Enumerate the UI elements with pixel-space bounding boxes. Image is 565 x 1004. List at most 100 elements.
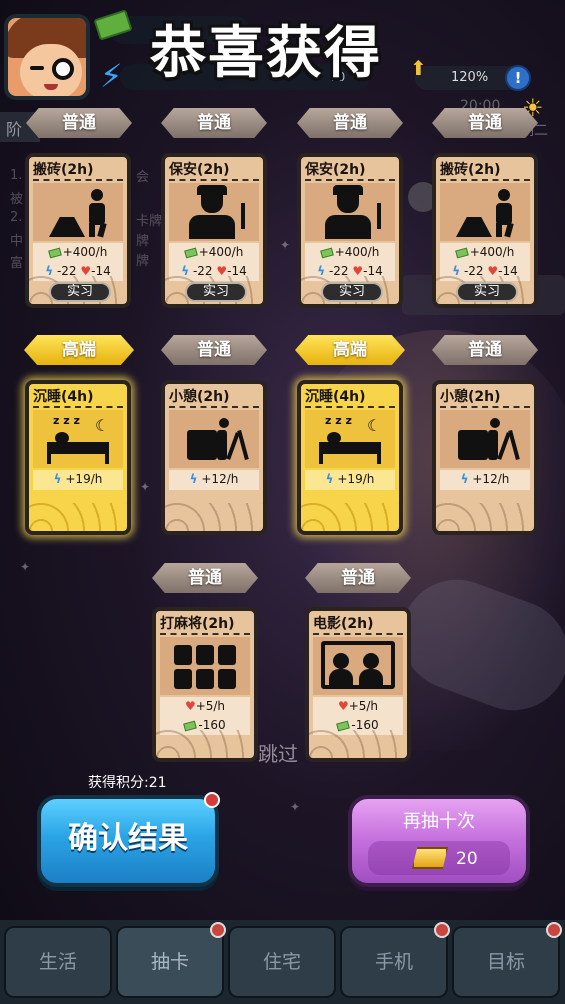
rarity-tag-common: 普通 <box>432 108 538 138</box>
sleep-icon: z z z ☾ <box>305 410 395 468</box>
nap-icon <box>169 410 259 468</box>
energy-gain: +12/h <box>472 472 510 486</box>
money-rate: +400/h <box>469 245 515 259</box>
card-divider <box>33 406 123 408</box>
card-deep-sleep[interactable]: 沉睡(4h) z z z ☾ ϟ +19/h <box>25 380 131 535</box>
movie-icon <box>313 637 403 695</box>
health-gain: +5/h <box>195 699 226 713</box>
card-brick-work[interactable]: 搬砖(2h) +400/h ϟ -22 ♥-14 实习 <box>25 153 131 308</box>
card-title: 搬砖(2h) <box>440 162 501 178</box>
rarity-tag-high: 高端 <box>24 335 134 365</box>
nav-tab-gacha[interactable]: 抽卡 <box>116 926 224 998</box>
card-wave-decoration <box>436 503 534 531</box>
rarity-tag-common: 普通 <box>432 335 538 365</box>
card-divider <box>440 179 530 181</box>
card-wave-decoration <box>301 503 399 531</box>
card-title: 搬砖(2h) <box>33 162 94 178</box>
nav-tab-phone[interactable]: 手机 <box>340 926 448 998</box>
card-security-guard[interactable]: 保安(2h) +400/h ϟ -22 ♥-14 实习 <box>161 153 267 308</box>
energy-icon: ϟ <box>460 472 469 486</box>
energy-icon: ϟ <box>53 472 62 486</box>
star-decoration: ✦ <box>20 560 31 574</box>
rarity-tag-common: 普通 <box>26 108 132 138</box>
skip-button[interactable]: 跳过 <box>258 738 298 767</box>
notification-dot <box>204 792 220 808</box>
money-icon <box>319 247 334 258</box>
energy-bolt-icon: ⚡ <box>100 57 123 95</box>
notification-dot <box>210 922 226 938</box>
mahjong-icon <box>160 637 250 695</box>
card-deep-sleep[interactable]: 沉睡(4h) z z z ☾ ϟ +19/h <box>297 380 403 535</box>
card-stats: ϟ +19/h <box>305 470 395 490</box>
card-wave-decoration <box>309 730 407 758</box>
faded-text: 富 <box>10 256 24 271</box>
rarity-tag-high: 高端 <box>295 335 405 365</box>
heart-icon: ♥ <box>184 699 196 713</box>
gold-bar-icon <box>412 847 448 869</box>
avatar-eye <box>52 58 74 80</box>
money-icon <box>454 247 469 258</box>
card-mahjong[interactable]: 打麻将(2h) ♥+5/h -160 <box>152 607 258 762</box>
money-rate: +400/h <box>198 245 244 259</box>
nap-icon <box>440 410 530 468</box>
intern-badge: 实习 <box>185 282 247 302</box>
nav-tab-life[interactable]: 生活 <box>4 926 112 998</box>
avatar-eye-wink <box>30 66 44 70</box>
star-decoration: ✦ <box>290 800 301 814</box>
draw-ten-again-label: 再抽十次 <box>403 811 475 832</box>
card-title: 小憩(2h) <box>440 389 501 405</box>
faded-text: 会 <box>136 170 150 185</box>
card-wave-decoration <box>165 503 263 531</box>
rarity-tag-common: 普通 <box>305 563 411 593</box>
card-brick-work[interactable]: 搬砖(2h) +400/h ϟ -22 ♥-14 实习 <box>432 153 538 308</box>
nav-tab-goal[interactable]: 目标 <box>452 926 560 998</box>
card-stats: ϟ +19/h <box>33 470 123 490</box>
bottom-nav: 生活 抽卡 住宅 手机 目标 <box>0 920 565 1004</box>
card-divider <box>313 633 403 635</box>
rarity-tag-common: 普通 <box>161 108 267 138</box>
card-divider <box>169 406 259 408</box>
faded-text: 1. <box>10 168 23 183</box>
intern-badge: 实习 <box>321 282 383 302</box>
nav-tab-house[interactable]: 住宅 <box>228 926 336 998</box>
faded-text: 卡牌 <box>136 214 163 229</box>
energy-gain: +19/h <box>65 472 103 486</box>
security-guard-icon <box>305 183 395 241</box>
confirm-result-button[interactable]: 确认结果 <box>37 795 219 887</box>
faded-text: 中 <box>10 234 24 249</box>
card-title: 保安(2h) <box>169 162 230 178</box>
faded-text: 被 <box>10 192 24 207</box>
card-stats: ϟ +12/h <box>169 470 259 490</box>
draw-ten-again-button[interactable]: 再抽十次 20 <box>348 795 530 887</box>
faded-text: 牌 <box>136 234 150 249</box>
info-icon[interactable]: ! <box>505 65 531 91</box>
rarity-tag-common: 普通 <box>152 563 258 593</box>
security-guard-icon <box>169 183 259 241</box>
energy-icon: ϟ <box>189 472 198 486</box>
energy-gain: +19/h <box>337 472 375 486</box>
energy-gain: +12/h <box>201 472 239 486</box>
money-icon <box>183 247 198 258</box>
avatar[interactable] <box>4 14 90 100</box>
card-title: 保安(2h) <box>305 162 366 178</box>
intern-badge: 实习 <box>456 282 518 302</box>
brick-work-icon <box>440 183 530 241</box>
brick-work-icon <box>33 183 123 241</box>
card-nap[interactable]: 小憩(2h) ϟ +12/h <box>161 380 267 535</box>
score-text: 获得积分:21 <box>88 775 167 791</box>
star-decoration: ✦ <box>140 480 151 494</box>
heart-icon: ♥ <box>337 699 349 713</box>
card-divider <box>440 406 530 408</box>
card-security-guard[interactable]: 保安(2h) +400/h ϟ -22 ♥-14 实习 <box>297 153 403 308</box>
card-title: 沉睡(4h) <box>33 389 94 405</box>
card-divider <box>169 179 259 181</box>
faded-text: 牌 <box>136 254 150 269</box>
card-title: 打麻将(2h) <box>160 616 235 632</box>
energy-icon: ϟ <box>325 472 334 486</box>
card-stats: ϟ +12/h <box>440 470 530 490</box>
card-nap[interactable]: 小憩(2h) ϟ +12/h <box>432 380 538 535</box>
rarity-tag-common: 普通 <box>297 108 403 138</box>
star-decoration: ✦ <box>280 238 291 252</box>
card-movie[interactable]: 电影(2h) ♥+5/h -160 <box>305 607 411 762</box>
card-wave-decoration <box>29 503 127 531</box>
